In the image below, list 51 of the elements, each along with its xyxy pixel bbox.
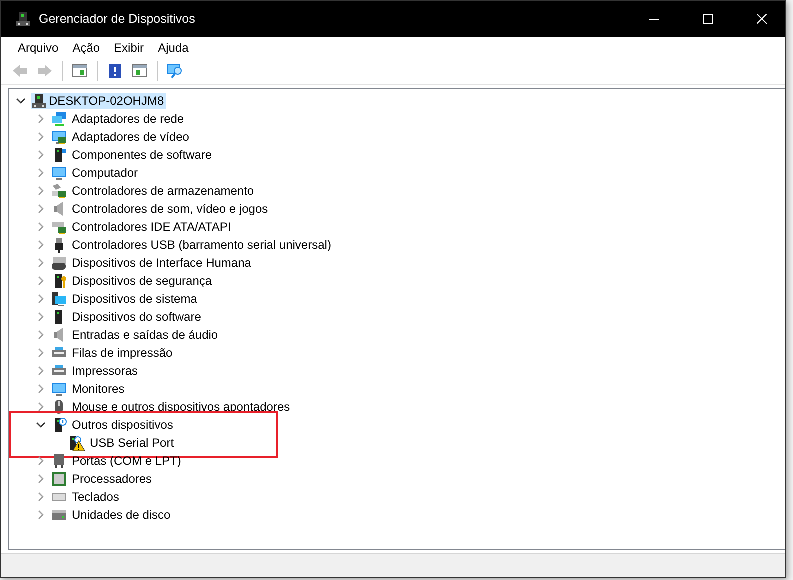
network-adapter-icon	[51, 111, 67, 127]
tree-item[interactable]: Monitores	[70, 381, 127, 397]
tree-item[interactable]: Controladores IDE ATA/ATAPI	[70, 219, 234, 235]
tree-item[interactable]: Teclados	[70, 489, 122, 505]
port-icon	[51, 453, 67, 469]
maximize-icon	[703, 14, 713, 24]
tree-item[interactable]: Controladores USB (barramento serial universal)	[70, 237, 334, 253]
display-adapter-icon	[51, 129, 67, 145]
tree-item[interactable]: Computador	[70, 165, 140, 181]
tree-item[interactable]: Controladores de som, vídeo e jogos	[70, 201, 270, 217]
tree-item[interactable]: DESKTOP-02OHJM8	[47, 93, 166, 109]
properties-icon	[132, 63, 148, 79]
menu-item[interactable]: Ação	[66, 38, 108, 56]
processor-icon	[51, 471, 67, 487]
menu-item[interactable]: Exibir	[107, 38, 152, 56]
forward-icon	[37, 63, 53, 79]
menu-item[interactable]: Ajuda	[151, 38, 196, 56]
computer-icon	[31, 93, 47, 109]
storage-controller-icon	[51, 183, 67, 199]
menu-item[interactable]: Arquivo	[11, 38, 66, 56]
monitor-icon	[51, 381, 67, 397]
close-icon	[757, 14, 767, 24]
drive-card-icon	[51, 219, 67, 235]
keyboard-gamepad-icon	[51, 255, 67, 271]
app-icon	[15, 11, 31, 27]
tree-item[interactable]: Componentes de software	[70, 147, 214, 163]
tree-item[interactable]: Outros dispositivos	[70, 417, 176, 433]
tree-item[interactable]: Adaptadores de vídeo	[70, 129, 192, 145]
tree-item[interactable]: Mouse e outros dispositivos apontadores	[70, 399, 292, 415]
system-devices-icon	[51, 291, 67, 307]
tree-item[interactable]: Unidades de disco	[70, 507, 173, 523]
tree-item[interactable]: Impressoras	[70, 363, 140, 379]
tree-item[interactable]: Dispositivos de segurança	[70, 273, 214, 289]
computer-icon	[51, 165, 67, 181]
window-title: Gerenciador de Dispositivos	[39, 10, 196, 28]
disk-drive-icon	[51, 507, 67, 523]
tree-item[interactable]: Processadores	[70, 471, 154, 487]
console-tree-icon	[72, 63, 88, 79]
scan-icon	[167, 63, 183, 79]
tree-item[interactable]: Controladores de armazenamento	[70, 183, 256, 199]
tree-item[interactable]: USB Serial Port	[88, 435, 176, 451]
tree-item[interactable]: Dispositivos do software	[70, 309, 204, 325]
tree-item[interactable]: Entradas e saídas de áudio	[70, 327, 220, 343]
tree-item[interactable]: Dispositivos de Interface Humana	[70, 255, 254, 271]
tree-item[interactable]: Dispositivos de sistema	[70, 291, 200, 307]
tree-item[interactable]: Filas de impressão	[70, 345, 175, 361]
tree-item[interactable]: Portas (COM e LPT)	[70, 453, 184, 469]
minimize-icon	[649, 18, 659, 20]
help-icon	[107, 63, 123, 79]
tree-item[interactable]: Adaptadores de rede	[70, 111, 186, 127]
back-icon	[12, 63, 28, 79]
